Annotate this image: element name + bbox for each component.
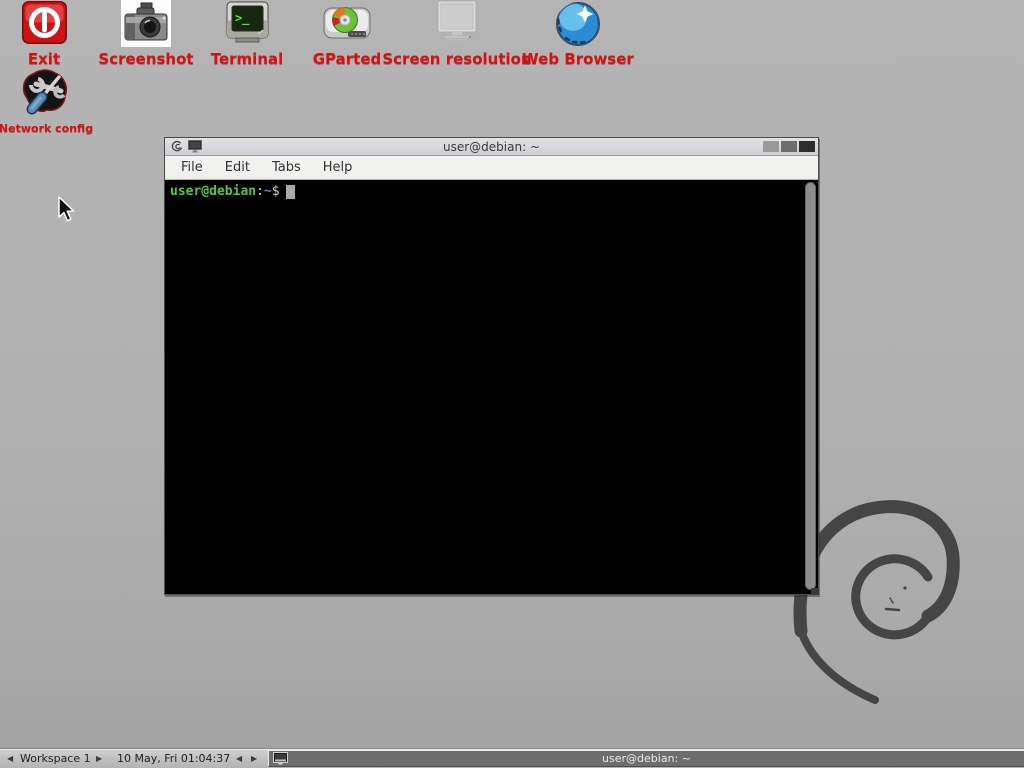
pager-next-arrow[interactable]: ▶ xyxy=(251,753,257,765)
prompt-symbol: $ xyxy=(272,184,280,199)
taskbar-clock: 10 May, Fri 01:04:37 xyxy=(117,752,230,765)
terminal-menubar: File Edit Tabs Help xyxy=(165,156,818,180)
desktop-icon-label: Web Browser xyxy=(503,50,653,68)
tools-icon xyxy=(0,68,116,116)
task-button-terminal[interactable]: user@debian: ~ xyxy=(268,750,1024,767)
svg-text:>_: >_ xyxy=(235,11,250,26)
maximize-button[interactable] xyxy=(781,141,797,152)
menu-edit[interactable]: Edit xyxy=(214,158,261,177)
terminal-scrollbar[interactable] xyxy=(805,182,816,590)
desktop-icon-label: Network config xyxy=(0,122,116,135)
window-resize-grip[interactable] xyxy=(811,588,819,595)
menu-file[interactable]: File xyxy=(170,158,214,177)
prompt-path: ~ xyxy=(264,184,272,199)
task-monitor-icon xyxy=(273,752,288,765)
mouse-cursor xyxy=(57,196,77,224)
minimize-button[interactable] xyxy=(763,141,779,152)
menu-tabs[interactable]: Tabs xyxy=(261,158,312,177)
debian-swirl-icon xyxy=(170,140,184,153)
workspace-next-arrow[interactable]: ▶ xyxy=(96,753,102,765)
prompt-separator: : xyxy=(256,184,264,199)
desktop-icon-web-browser[interactable]: Web Browser xyxy=(503,0,653,68)
shell-prompt: user@debian:~$ xyxy=(170,184,816,199)
globe-icon xyxy=(503,0,653,48)
terminal-screen[interactable]: user@debian:~$ xyxy=(165,180,818,594)
prompt-user-host: user@debian xyxy=(170,184,256,199)
workspace-label[interactable]: Workspace 1 xyxy=(20,752,91,765)
taskbar: ◀ Workspace 1 ▶ 10 May, Fri 01:04:37 ◀ ▶… xyxy=(0,748,1024,768)
close-button[interactable] xyxy=(799,141,815,152)
terminal-window: user@debian: ~ File Edit Tabs Help user@… xyxy=(164,137,819,595)
terminal-app-icon xyxy=(188,140,202,153)
workspace-prev-arrow[interactable]: ◀ xyxy=(7,753,13,765)
pager-prev-arrow[interactable]: ◀ xyxy=(236,753,242,765)
terminal-cursor xyxy=(286,185,295,199)
window-titlebar[interactable]: user@debian: ~ xyxy=(165,138,818,156)
desktop-icon-network-config[interactable]: Network config xyxy=(0,68,116,135)
task-button-title: user@debian: ~ xyxy=(269,752,1024,765)
menu-help[interactable]: Help xyxy=(312,158,364,177)
window-title: user@debian: ~ xyxy=(165,140,818,154)
